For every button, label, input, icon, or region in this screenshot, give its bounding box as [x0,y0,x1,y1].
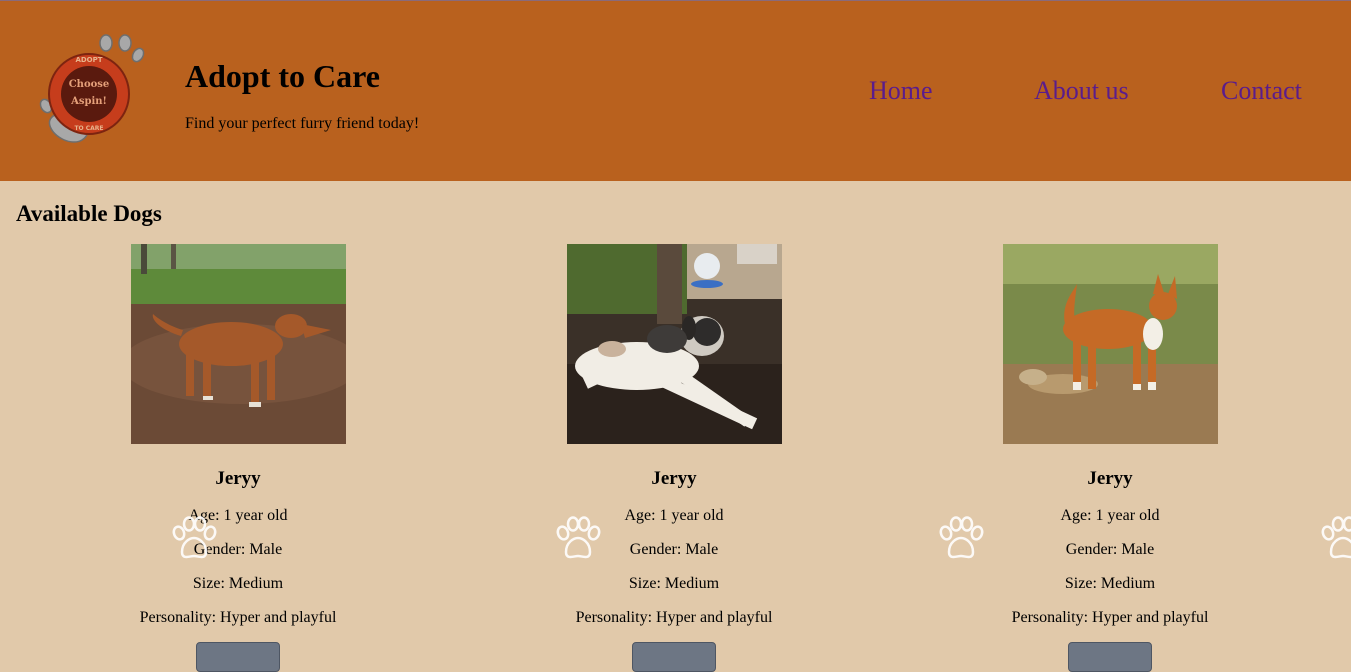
dog-card: Jeryy Age: 1 year old Gender: Male Size:… [88,244,388,672]
site-tagline: Find your perfect furry friend today! [185,115,420,132]
dog-card: Jeryy Age: 1 year old Gender: Male Size:… [960,244,1260,672]
dog-card: Jeryy Age: 1 year old Gender: Male Size:… [524,244,824,672]
paw-print-icon [939,516,984,559]
dog-personality: Personality: Hyper and playful [139,609,337,626]
logo-middle-text-1: Choose [69,79,110,90]
dog-photo [567,244,782,444]
dog-size: Size: Medium [628,575,720,592]
nav-link-about-us[interactable]: About us [1034,74,1129,108]
section-title-available-dogs: Available Dogs [16,201,162,226]
logo-bottom-text: TO CARE [74,125,103,132]
site-title: Adopt to Care [185,58,380,94]
adopt-button[interactable] [196,642,280,672]
nav-link-contact[interactable]: Contact [1221,74,1302,108]
dog-name: Jeryy [1087,468,1133,489]
dog-personality: Personality: Hyper and playful [575,609,773,626]
paw-print-icon [172,516,217,559]
nav-link-home[interactable]: Home [869,74,933,108]
site-header: ADOPT Choose Aspin! TO CARE Adopt to Car… [0,0,1351,181]
dog-photo [131,244,346,444]
adopt-button[interactable] [632,642,716,672]
paw-print-icon [1321,516,1351,559]
site-logo[interactable]: ADOPT Choose Aspin! TO CARE [36,34,146,146]
dog-size: Size: Medium [1064,575,1156,592]
logo-middle-text-2: Aspin! [70,96,107,107]
dog-age: Age: 1 year old [188,507,288,524]
dog-personality: Personality: Hyper and playful [1011,609,1209,626]
dog-name: Jeryy [651,468,697,489]
dog-age: Age: 1 year old [1060,507,1160,524]
adopt-button[interactable] [1068,642,1152,672]
dog-gender: Gender: Male [1065,541,1155,558]
paw-print-icon [556,516,601,559]
dog-photo [1003,244,1218,444]
logo-top-text: ADOPT [75,56,102,64]
dog-name: Jeryy [215,468,261,489]
dog-gender: Gender: Male [193,541,283,558]
dog-size: Size: Medium [192,575,284,592]
